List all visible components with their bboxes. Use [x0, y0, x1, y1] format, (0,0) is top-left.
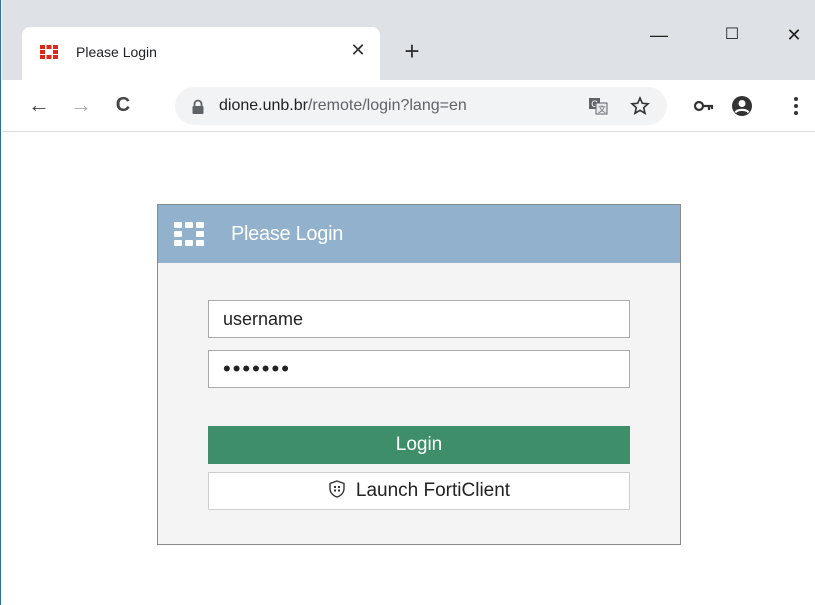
close-icon[interactable]: ✕	[348, 40, 368, 60]
tab-title: Please Login	[76, 44, 157, 60]
address-bar[interactable]: dione.unb.br/remote/login?lang=en G 文	[175, 87, 667, 125]
browser-toolbar: ← → C dione.unb.br/remote/login?lang=en …	[2, 80, 815, 132]
login-button[interactable]: Login	[208, 426, 630, 464]
kebab-menu-icon[interactable]	[784, 94, 808, 118]
login-header: Please Login	[158, 205, 680, 263]
star-icon[interactable]	[630, 96, 650, 116]
launch-forticlient-button[interactable]: Launch FortiClient	[208, 472, 630, 510]
password-mask: •••••••	[223, 356, 291, 381]
url-text[interactable]: dione.unb.br/remote/login?lang=en	[219, 97, 467, 115]
tab-please-login[interactable]: Please Login ✕	[22, 27, 380, 80]
back-arrow-icon[interactable]: ←	[26, 92, 52, 118]
window-close-icon[interactable]: ✕	[774, 20, 814, 50]
forticlient-label: Launch FortiClient	[355, 480, 511, 501]
svg-text:文: 文	[598, 104, 606, 114]
url-path: /remote/login?lang=en	[307, 97, 467, 114]
login-panel: Please Login username ••••••• Login Laun…	[157, 204, 681, 545]
fortinet-logo-icon	[174, 222, 204, 246]
forticlient-shield-icon	[329, 480, 345, 498]
login-title: Please Login	[231, 223, 344, 245]
translate-icon[interactable]: G 文	[588, 96, 608, 116]
minimize-icon[interactable]: —	[639, 20, 679, 50]
fortinet-logo-icon	[40, 45, 58, 59]
password-field[interactable]: •••••••	[208, 350, 630, 388]
reload-icon[interactable]: C	[110, 92, 136, 118]
forward-arrow-icon[interactable]: →	[68, 92, 94, 118]
plus-icon[interactable]: +	[400, 38, 424, 64]
key-icon[interactable]	[692, 94, 716, 118]
browser-window: Please Login ✕ + — ☐ ✕ ← → C dione.unb.b…	[0, 0, 815, 605]
account-icon[interactable]	[730, 94, 754, 118]
username-field[interactable]: username	[208, 300, 630, 338]
tab-strip: Please Login ✕ + — ☐ ✕	[2, 0, 815, 80]
url-host: dione.unb.br	[219, 97, 308, 114]
maximize-icon[interactable]: ☐	[712, 20, 752, 50]
lock-icon[interactable]	[191, 99, 205, 115]
